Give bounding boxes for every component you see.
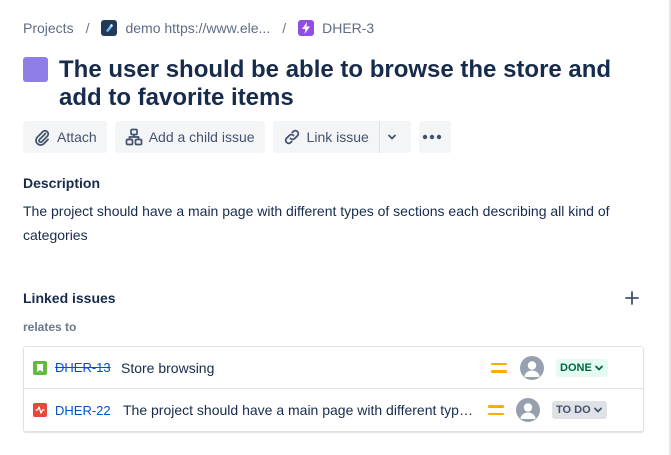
linked-issue-row[interactable]: DHER-22 The project should have a main p…: [24, 389, 643, 431]
linked-issues-list: DHER-13 Store browsing DONE DHER-22 The …: [23, 346, 644, 432]
linked-issues-heading: Linked issues: [23, 290, 116, 306]
breadcrumb-issue-key[interactable]: DHER-3: [322, 20, 374, 36]
chevron-down-icon: [594, 365, 603, 370]
more-actions-button[interactable]: [418, 121, 451, 153]
breadcrumb-separator: /: [282, 20, 287, 36]
more-dots-icon: [422, 134, 442, 140]
description-heading: Description: [23, 175, 101, 191]
linked-issue-key[interactable]: DHER-22: [55, 403, 111, 418]
epic-lightning-icon: [298, 20, 315, 36]
link-issue-split-button: Link issue: [272, 121, 411, 153]
attach-label: Attach: [57, 129, 97, 145]
linked-issue-summary[interactable]: The project should have a main page with…: [123, 402, 480, 418]
relation-type-label: relates to: [23, 320, 77, 334]
add-child-issue-label: Add a child issue: [148, 129, 255, 145]
issue-toolbar: Attach Add a child issue Link issue: [23, 121, 459, 153]
add-linked-issue-button[interactable]: [622, 288, 642, 308]
paperclip-icon: [35, 129, 50, 146]
issue-header: The user should be able to browse the st…: [23, 56, 643, 112]
description-text[interactable]: The project should have a main page with…: [23, 199, 623, 247]
bug-icon: [33, 403, 47, 417]
epic-color-icon[interactable]: [23, 57, 48, 82]
chevron-down-icon: [593, 407, 602, 413]
status-badge[interactable]: TO DO: [552, 401, 607, 419]
link-icon: [284, 129, 299, 145]
breadcrumb-separator: /: [85, 20, 90, 36]
attach-button[interactable]: Attach: [23, 121, 107, 153]
link-issue-label: Link issue: [306, 129, 369, 145]
status-label: TO DO: [556, 404, 591, 416]
linked-issue-summary[interactable]: Store browsing: [121, 360, 481, 376]
priority-medium-icon: [491, 362, 507, 374]
hierarchy-icon: [125, 128, 143, 146]
assignee-avatar[interactable]: [520, 355, 544, 380]
link-issue-dropdown-button[interactable]: [378, 121, 411, 153]
chevron-down-icon: [388, 134, 397, 140]
breadcrumb-projects[interactable]: Projects: [23, 20, 74, 36]
plus-icon: [625, 291, 639, 305]
priority-medium-icon: [488, 404, 504, 416]
add-child-issue-button[interactable]: Add a child issue: [114, 121, 265, 153]
breadcrumb: Projects / demo https://www.ele... / DHE…: [23, 18, 374, 38]
story-icon: [33, 360, 47, 375]
link-issue-button[interactable]: Link issue: [272, 121, 379, 153]
breadcrumb-project[interactable]: demo https://www.ele...: [125, 20, 270, 36]
linked-issue-key[interactable]: DHER-13: [55, 360, 111, 375]
status-label: DONE: [560, 361, 592, 374]
status-badge[interactable]: DONE: [556, 358, 608, 377]
linked-issue-row[interactable]: DHER-13 Store browsing DONE: [24, 347, 643, 389]
project-avatar-icon: [101, 20, 118, 36]
assignee-avatar[interactable]: [516, 398, 540, 422]
issue-title[interactable]: The user should be able to browse the st…: [59, 56, 643, 112]
